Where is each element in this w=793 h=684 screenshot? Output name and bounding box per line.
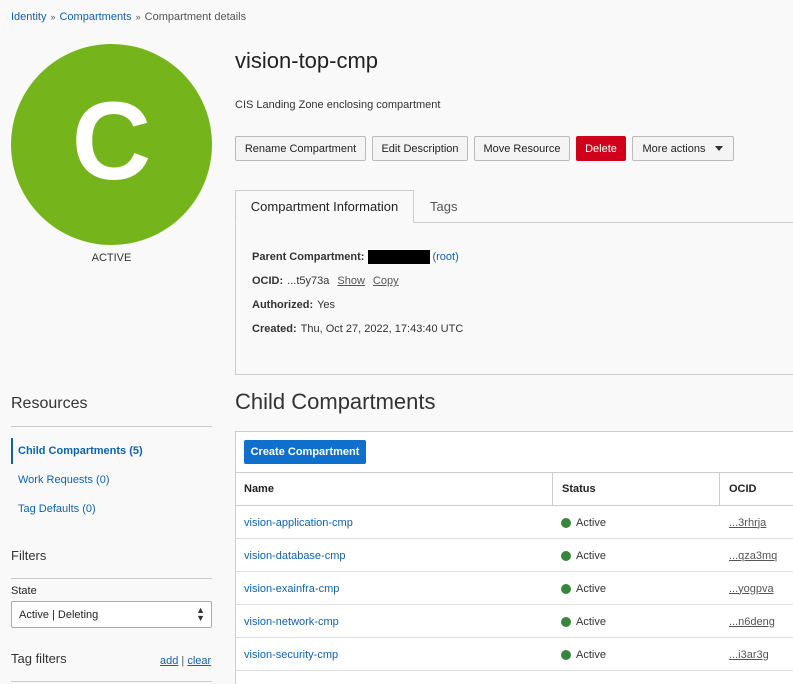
edit-description-button[interactable]: Edit Description: [372, 136, 468, 161]
breadcrumb-compartments[interactable]: Compartments: [59, 11, 131, 23]
active-status-icon: [561, 583, 571, 594]
rename-compartment-button[interactable]: Rename Compartment: [235, 136, 366, 161]
ocid-value: ...t5y73a: [287, 275, 330, 287]
page-description: CIS Landing Zone enclosing compartment: [235, 99, 441, 111]
row-name-cell: vision-network-cmp: [244, 605, 339, 638]
status-text: Active: [576, 516, 606, 529]
page-title: vision-top-cmp: [235, 48, 379, 73]
ocid-link[interactable]: ...i3ar3g: [729, 649, 769, 661]
row-status-cell: Active: [561, 572, 606, 605]
compartment-name-link[interactable]: vision-exainfra-cmp: [244, 583, 339, 595]
parent-compartment-label: Parent Compartment:: [252, 251, 365, 263]
tag-filter-links: add | clear: [160, 655, 211, 667]
status-text: Active: [576, 582, 606, 595]
column-header-status[interactable]: Status: [562, 472, 596, 506]
ocid-copy-link[interactable]: Copy: [373, 275, 399, 287]
tab-compartment-information[interactable]: Compartment Information: [235, 190, 414, 223]
status-text: Active: [576, 549, 606, 562]
status-text: Active: [576, 648, 606, 661]
tag-filters-divider: [11, 681, 212, 682]
avatar-letter: C: [71, 79, 152, 203]
authorized-label: Authorized:: [252, 299, 314, 311]
tab-tags[interactable]: Tags: [430, 190, 457, 223]
status-text: Active: [576, 615, 606, 628]
row-ocid-cell: ...qza3mq: [729, 539, 777, 572]
compartment-name-link[interactable]: vision-network-cmp: [244, 616, 339, 628]
compartment-avatar: C: [11, 44, 212, 245]
compartment-name-link[interactable]: vision-database-cmp: [244, 550, 346, 562]
ocid-link[interactable]: ...n6deng: [729, 616, 775, 628]
column-header-ocid[interactable]: OCID: [729, 472, 757, 506]
active-status-icon: [561, 550, 571, 561]
created-value: Thu, Oct 27, 2022, 17:43:40 UTC: [300, 323, 464, 335]
ocid-show-link[interactable]: Show: [337, 275, 365, 287]
resources-divider: [11, 426, 212, 427]
tag-filters-heading: Tag filters: [11, 651, 67, 666]
filters-heading: Filters: [11, 548, 47, 563]
tag-filter-clear-link[interactable]: clear: [187, 655, 211, 667]
created-label: Created:: [252, 323, 297, 335]
column-header-name[interactable]: Name: [244, 472, 274, 506]
ocid-link[interactable]: ...qza3mq: [729, 550, 777, 562]
breadcrumb: Identity » Compartments » Compartment de…: [11, 11, 246, 23]
caret-down-icon: [715, 146, 724, 151]
resource-work-requests[interactable]: Work Requests (0): [11, 467, 212, 493]
parent-compartment-link[interactable]: (root): [432, 251, 458, 263]
parent-compartment-row: Parent Compartment: (root): [252, 250, 459, 264]
state-select[interactable]: Active | Deleting ▲ ▼: [11, 601, 212, 628]
resources-heading: Resources: [11, 395, 88, 412]
breadcrumb-current: Compartment details: [144, 11, 247, 23]
row-ocid-cell: ...n6deng: [729, 605, 775, 638]
breadcrumb-separator: »: [50, 12, 56, 22]
ocid-row: OCID: ...t5y73a Show Copy: [252, 275, 399, 287]
compartment-name-link[interactable]: vision-application-cmp: [244, 517, 353, 529]
row-ocid-cell: ...3rhrja: [729, 506, 766, 539]
redacted-block: [368, 250, 431, 264]
created-row: Created: Thu, Oct 27, 2022, 17:43:40 UTC: [252, 323, 463, 335]
more-actions-label: More actions: [642, 142, 706, 155]
table-header-row: [236, 472, 793, 506]
row-name-cell: vision-database-cmp: [244, 539, 346, 572]
ocid-link[interactable]: ...yogpva: [729, 583, 774, 595]
breadcrumb-identity[interactable]: Identity: [11, 11, 46, 23]
breadcrumb-separator: »: [135, 12, 141, 22]
row-ocid-cell: ...yogpva: [729, 572, 774, 605]
select-arrows-icon: ▲ ▼: [196, 605, 205, 623]
row-ocid-cell: ...i3ar3g: [729, 638, 769, 671]
resource-tag-defaults[interactable]: Tag Defaults (0): [11, 496, 212, 522]
row-status-cell: Active: [561, 638, 606, 671]
create-compartment-button[interactable]: Create Compartment: [244, 440, 366, 464]
ocid-link[interactable]: ...3rhrja: [729, 517, 766, 529]
tag-filter-divider: |: [181, 655, 185, 667]
ocid-label: OCID:: [252, 275, 284, 287]
state-label: State: [11, 585, 37, 597]
row-status-cell: Active: [561, 539, 606, 572]
filters-divider: [11, 578, 212, 579]
compartment-name-link[interactable]: vision-security-cmp: [244, 649, 338, 661]
state-select-value: Active | Deleting: [19, 608, 99, 621]
row-status-cell: Active: [561, 506, 606, 539]
more-actions-button[interactable]: More actions: [632, 136, 734, 161]
row-name-cell: vision-exainfra-cmp: [244, 572, 339, 605]
authorized-row: Authorized: Yes: [252, 299, 335, 311]
child-compartments-heading: Child Compartments: [235, 389, 436, 414]
active-status-icon: [561, 616, 571, 627]
active-status-icon: [561, 517, 571, 528]
status-label: ACTIVE: [91, 252, 132, 264]
resource-child-compartments[interactable]: Child Compartments (5): [11, 438, 212, 464]
row-status-cell: Active: [561, 605, 606, 638]
column-divider: [719, 472, 720, 506]
row-name-cell: vision-application-cmp: [244, 506, 353, 539]
move-resource-button[interactable]: Move Resource: [474, 136, 570, 161]
authorized-value: Yes: [317, 299, 336, 311]
column-divider: [552, 472, 553, 506]
row-name-cell: vision-security-cmp: [244, 638, 338, 671]
tag-filter-add-link[interactable]: add: [160, 655, 178, 667]
delete-button[interactable]: Delete: [576, 136, 626, 161]
active-status-icon: [561, 649, 571, 660]
